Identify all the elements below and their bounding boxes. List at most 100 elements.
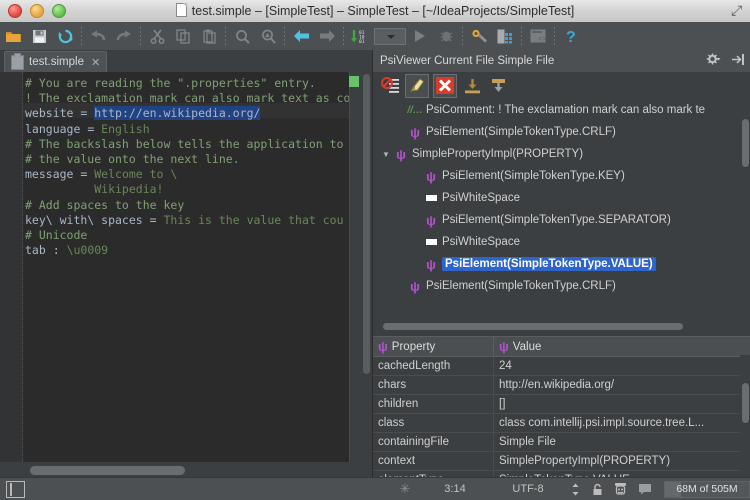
sync-icon[interactable]: [52, 23, 78, 49]
sdk-manager-icon[interactable]: <>: [525, 23, 551, 49]
help-icon[interactable]: ?: [558, 23, 584, 49]
table-row[interactable]: class class com.intellij.psi.impl.source…: [373, 414, 750, 433]
table-row[interactable]: chars http://en.wikipedia.org/: [373, 376, 750, 395]
psi-element-icon: ψ: [407, 126, 423, 139]
psi-tree-horizontal-scrollbar[interactable]: [373, 321, 750, 332]
tree-row[interactable]: PsiWhiteSpace: [373, 231, 750, 253]
code-line: # Add spaces to the key: [25, 198, 184, 212]
tree-row[interactable]: ψ PsiElement(SimpleTokenType.CRLF): [373, 275, 750, 297]
toggle-properties-icon[interactable]: [379, 75, 401, 97]
property-table[interactable]: ψ Property ψ Value cachedLength 24 chars…: [373, 336, 750, 478]
replace-icon[interactable]: [255, 23, 281, 49]
column-header-value[interactable]: ψ Value: [494, 337, 750, 356]
properties-file-icon: [11, 55, 24, 70]
forward-icon[interactable]: [314, 23, 340, 49]
editor-marker-gutter[interactable]: [349, 72, 361, 478]
redo-icon[interactable]: [111, 23, 137, 49]
tree-row-selected[interactable]: ψ PsiElement(SimpleTokenType.VALUE): [373, 253, 750, 275]
expand-all-icon[interactable]: [487, 75, 509, 97]
code-line: tab : \u0009: [25, 243, 108, 257]
toolbar-separator: [521, 27, 522, 45]
code-content: # You are reading the ".properties" entr…: [25, 76, 340, 258]
undo-icon[interactable]: [85, 23, 111, 49]
tree-row-label: SimplePropertyImpl(PROPERTY): [412, 148, 583, 160]
table-row[interactable]: containingFile Simple File: [373, 433, 750, 452]
settings-icon[interactable]: [466, 23, 492, 49]
code-editor[interactable]: # You are reading the ".properties" entr…: [0, 72, 372, 478]
back-icon[interactable]: [288, 23, 314, 49]
code-separator: =: [73, 167, 94, 181]
open-project-icon[interactable]: [0, 23, 26, 49]
encoding-indicator[interactable]: UTF-8: [492, 478, 564, 500]
code-line: message = Welcome to \: [25, 167, 177, 181]
code-value: \u0009: [67, 243, 109, 257]
tree-row[interactable]: ψ PsiElement(SimpleTokenType.SEPARATOR): [373, 209, 750, 231]
tree-row-label: PsiElement(SimpleTokenType.CRLF): [426, 126, 616, 138]
lock-icon[interactable]: [586, 478, 608, 500]
window-title-bar: test.simple – [SimpleTest] – SimpleTest …: [0, 0, 750, 23]
memory-indicator[interactable]: 68M of 505M: [664, 481, 750, 498]
table-row[interactable]: children []: [373, 395, 750, 414]
psi-tree-vertical-scrollbar[interactable]: [740, 99, 750, 332]
toolbar-separator: [284, 27, 285, 45]
code-line: # The backslash below tells the applicat…: [25, 137, 344, 151]
code-key: website: [25, 106, 73, 120]
run-icon[interactable]: [407, 23, 433, 49]
tree-twisty[interactable]: ▼: [379, 150, 393, 159]
paste-icon[interactable]: [196, 23, 222, 49]
code-line: # You are reading the ".properties" entr…: [25, 76, 316, 90]
find-icon[interactable]: [229, 23, 255, 49]
psi-tree[interactable]: //… PsiComment: ! The exclamation mark c…: [373, 99, 750, 332]
save-all-icon[interactable]: [26, 23, 52, 49]
tree-row[interactable]: //… PsiComment: ! The exclamation mark c…: [373, 99, 750, 121]
compile-icon[interactable]: 011001: [347, 23, 373, 49]
project-structure-icon[interactable]: [492, 23, 518, 49]
property-value: class com.intellij.psi.impl.source.tree.…: [494, 414, 750, 432]
highlight-icon[interactable]: [405, 74, 429, 98]
scrollbar-thumb[interactable]: [363, 74, 370, 374]
code-line: key\ with\ spaces = This is the value th…: [25, 213, 344, 227]
cut-icon[interactable]: [144, 23, 170, 49]
caret-position[interactable]: 3:14: [418, 478, 492, 500]
scrollbar-thumb[interactable]: [742, 119, 749, 167]
code-key: key\ with\ spaces: [25, 213, 143, 227]
line-separator-icon[interactable]: [564, 478, 586, 500]
scrollbar-thumb[interactable]: [30, 466, 185, 475]
column-header-property[interactable]: ψ Property: [373, 337, 494, 356]
copy-icon[interactable]: [170, 23, 196, 49]
scrollbar-thumb[interactable]: [383, 323, 683, 330]
tree-row[interactable]: ψ PsiElement(SimpleTokenType.KEY): [373, 165, 750, 187]
code-analysis-marker[interactable]: [349, 76, 359, 87]
hide-panel-icon[interactable]: [731, 53, 745, 71]
property-name: context: [373, 452, 494, 470]
debug-icon[interactable]: [433, 23, 459, 49]
property-value: SimplePropertyImpl(PROPERTY): [494, 452, 750, 470]
event-log-icon[interactable]: [632, 478, 658, 500]
editor-vertical-scrollbar[interactable]: [361, 72, 372, 478]
property-name: containingFile: [373, 433, 494, 451]
hector-icon[interactable]: [608, 478, 632, 500]
property-table-scrollbar[interactable]: [740, 355, 750, 478]
scrollbar-thumb[interactable]: [742, 383, 749, 423]
code-separator: =: [73, 106, 94, 120]
collapse-all-icon[interactable]: [461, 75, 483, 97]
document-icon: [176, 3, 187, 17]
resize-grip-icon[interactable]: ⤢: [731, 3, 746, 18]
tree-row[interactable]: ψ PsiElement(SimpleTokenType.CRLF): [373, 121, 750, 143]
editor-tab-test-simple[interactable]: test.simple ✕: [4, 51, 107, 72]
tree-row[interactable]: PsiWhiteSpace: [373, 187, 750, 209]
editor-gutter[interactable]: [0, 72, 23, 478]
psi-element-icon: ψ: [423, 214, 439, 227]
psi-element-icon: ψ: [378, 340, 388, 353]
toggle-sidebar-icon[interactable]: [6, 481, 25, 498]
tree-row[interactable]: ▼ ψ SimplePropertyImpl(PROPERTY): [373, 143, 750, 165]
toolbar-separator: [462, 27, 463, 45]
column-header-label: Value: [513, 341, 542, 353]
table-row[interactable]: context SimplePropertyImpl(PROPERTY): [373, 452, 750, 471]
editor-horizontal-scrollbar[interactable]: [0, 462, 372, 478]
close-icon[interactable]: ✕: [91, 56, 100, 69]
table-row[interactable]: cachedLength 24: [373, 357, 750, 376]
settings-gear-icon[interactable]: [706, 53, 722, 71]
clear-icon[interactable]: [433, 74, 457, 98]
run-configuration-dropdown[interactable]: [373, 23, 407, 49]
